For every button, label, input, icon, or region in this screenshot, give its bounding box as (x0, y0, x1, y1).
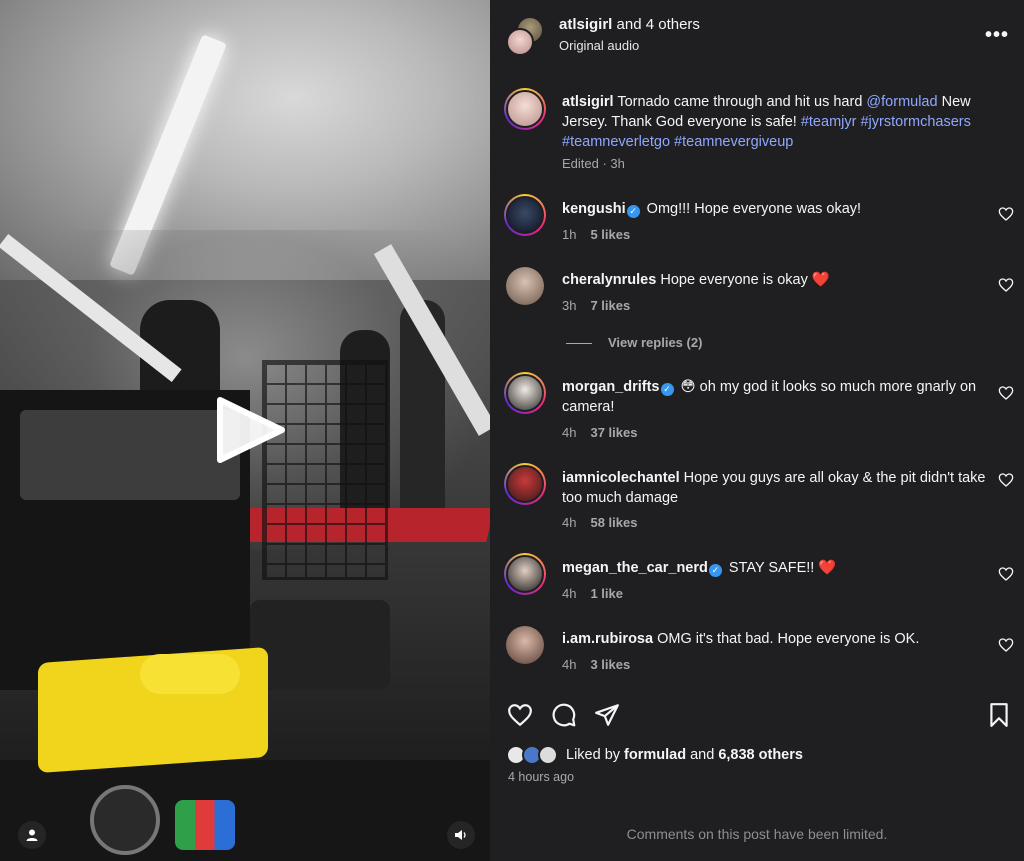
hashtag-link[interactable]: #jyrstormchasers (860, 114, 970, 130)
video-floor (0, 760, 490, 861)
view-replies-button[interactable]: View replies (2) (566, 335, 702, 350)
avatar[interactable] (504, 553, 546, 595)
view-replies-label: View replies (2) (608, 335, 703, 350)
comment-time: 4h (562, 657, 577, 672)
comment-meta: 4h 1 like (562, 586, 623, 601)
comment-username[interactable]: cheralynrules (562, 272, 656, 288)
liked-by-username[interactable]: formulad (624, 747, 686, 763)
comment-username[interactable]: iamnicolechantel (562, 470, 680, 486)
comment-meta: 1h 5 likes (562, 227, 630, 242)
comment-time: 4h (562, 586, 577, 601)
comment-text: iamnicolechantel Hope you guys are all o… (562, 468, 992, 508)
and-others-text[interactable]: and 4 others (612, 16, 700, 33)
comment-username[interactable]: kengushi (562, 201, 626, 217)
post-details-pane: atlsigirl and 4 others Original audio ••… (490, 0, 1024, 861)
avatar[interactable] (506, 626, 544, 664)
video-helmet (90, 785, 160, 855)
comment-time: 3h (562, 298, 577, 313)
more-options-icon[interactable]: ••• (985, 24, 1008, 46)
comment-likes[interactable]: 3 likes (590, 657, 630, 672)
comment-text: morgan_drifts ✓ 😳 oh my god it looks so m… (562, 377, 992, 417)
likes-middle: and (686, 747, 719, 763)
post-timestamp[interactable]: 4 hours ago (508, 770, 574, 784)
likes-prefix: Liked by (566, 747, 625, 763)
hashtag-link[interactable]: #teamjyr (801, 114, 857, 130)
comment-likes[interactable]: 7 likes (590, 298, 630, 313)
divider (566, 343, 592, 345)
comment-time: 1h (562, 227, 577, 242)
caption-text: atlsigirl Tornado came through and hit u… (562, 92, 992, 152)
author-username[interactable]: atlsigirl (559, 16, 612, 33)
comment-likes[interactable]: 5 likes (590, 227, 630, 242)
comment-body: STAY SAFE!! ❤️ (724, 560, 837, 576)
comment-icon[interactable] (551, 702, 577, 728)
collab-avatars[interactable] (506, 16, 546, 56)
comment-username[interactable]: morgan_drifts (562, 379, 660, 395)
comment-body: Omg!!! Hope everyone was okay! (642, 201, 862, 217)
user-tag-icon[interactable] (18, 821, 46, 849)
heart-icon[interactable] (998, 566, 1014, 582)
caption-meta: Edited · 3h (562, 156, 625, 171)
comment-text: i.am.rubirosa OMG it's that bad. Hope ev… (562, 629, 992, 649)
comment-time: 4h (562, 515, 577, 530)
action-bar (490, 700, 1024, 732)
video-flags (175, 800, 235, 850)
avatar[interactable] (506, 267, 544, 305)
comments-limited-notice: Comments on this post have been limited. (626, 826, 888, 842)
verified-badge-icon: ✓ (708, 564, 722, 577)
avatar[interactable] (504, 463, 546, 505)
caption-body: Tornado came through and hit us hard (613, 94, 867, 110)
comment-text: cheralynrules Hope everyone is okay ❤️ (562, 270, 992, 290)
mention-link[interactable]: @formulad (866, 94, 937, 110)
comment-likes[interactable]: 1 like (590, 586, 623, 601)
heart-icon[interactable] (998, 277, 1014, 293)
video-shelf-items (20, 410, 240, 500)
heart-icon[interactable] (998, 385, 1014, 401)
hashtag-link[interactable]: #teamneverletgo (562, 134, 670, 150)
caption-username[interactable]: atlsigirl (562, 94, 614, 110)
bookmark-icon[interactable] (986, 702, 1012, 728)
heart-icon[interactable] (998, 637, 1014, 653)
comment-time: 4h (562, 425, 577, 440)
avatar (538, 745, 558, 765)
comment-text: megan_the_car_nerd ✓ STAY SAFE!! ❤️ (562, 558, 992, 578)
likes-count[interactable]: 6,838 others (718, 747, 803, 763)
comment-meta: 4h 37 likes (562, 425, 637, 440)
heart-icon[interactable] (998, 206, 1014, 222)
comment-likes[interactable]: 37 likes (590, 425, 637, 440)
reel-video[interactable] (0, 0, 490, 861)
comment-username[interactable]: i.am.rubirosa (562, 631, 653, 647)
avatar[interactable] (504, 88, 546, 130)
share-icon[interactable] (594, 702, 620, 728)
verified-badge-icon: ✓ (626, 205, 640, 218)
comment-meta: 3h 7 likes (562, 298, 630, 313)
avatar[interactable] (504, 372, 546, 414)
heart-icon[interactable] (998, 472, 1014, 488)
speaker-icon[interactable] (447, 821, 475, 849)
avatar[interactable] (504, 194, 546, 236)
play-icon[interactable] (210, 390, 290, 470)
video-chair (250, 600, 390, 690)
heart-icon[interactable] (507, 702, 533, 728)
comment-body: OMG it's that bad. Hope everyone is OK. (653, 631, 920, 647)
likes-text[interactable]: Liked by formulad and 6,838 others (566, 747, 803, 763)
comment-text: kengushi ✓ Omg!!! Hope everyone was okay! (562, 199, 992, 219)
post-header: atlsigirl and 4 others Original audio ••… (490, 0, 1024, 68)
comment-username[interactable]: megan_the_car_nerd (562, 560, 708, 576)
verified-badge-icon: ✓ (660, 383, 674, 396)
likes-summary: Liked by formulad and 6,838 others (506, 745, 1006, 767)
comment-likes[interactable]: 58 likes (590, 515, 637, 530)
comment-body: Hope everyone is okay ❤️ (656, 272, 830, 288)
hashtag-link[interactable]: #teamnevergiveup (674, 134, 793, 150)
comment-meta: 4h 3 likes (562, 657, 630, 672)
avatar (506, 28, 534, 56)
video-cloth (140, 654, 240, 694)
comment-meta: 4h 58 likes (562, 515, 637, 530)
post-authors: atlsigirl and 4 others (559, 16, 700, 33)
audio-label[interactable]: Original audio (559, 38, 639, 53)
